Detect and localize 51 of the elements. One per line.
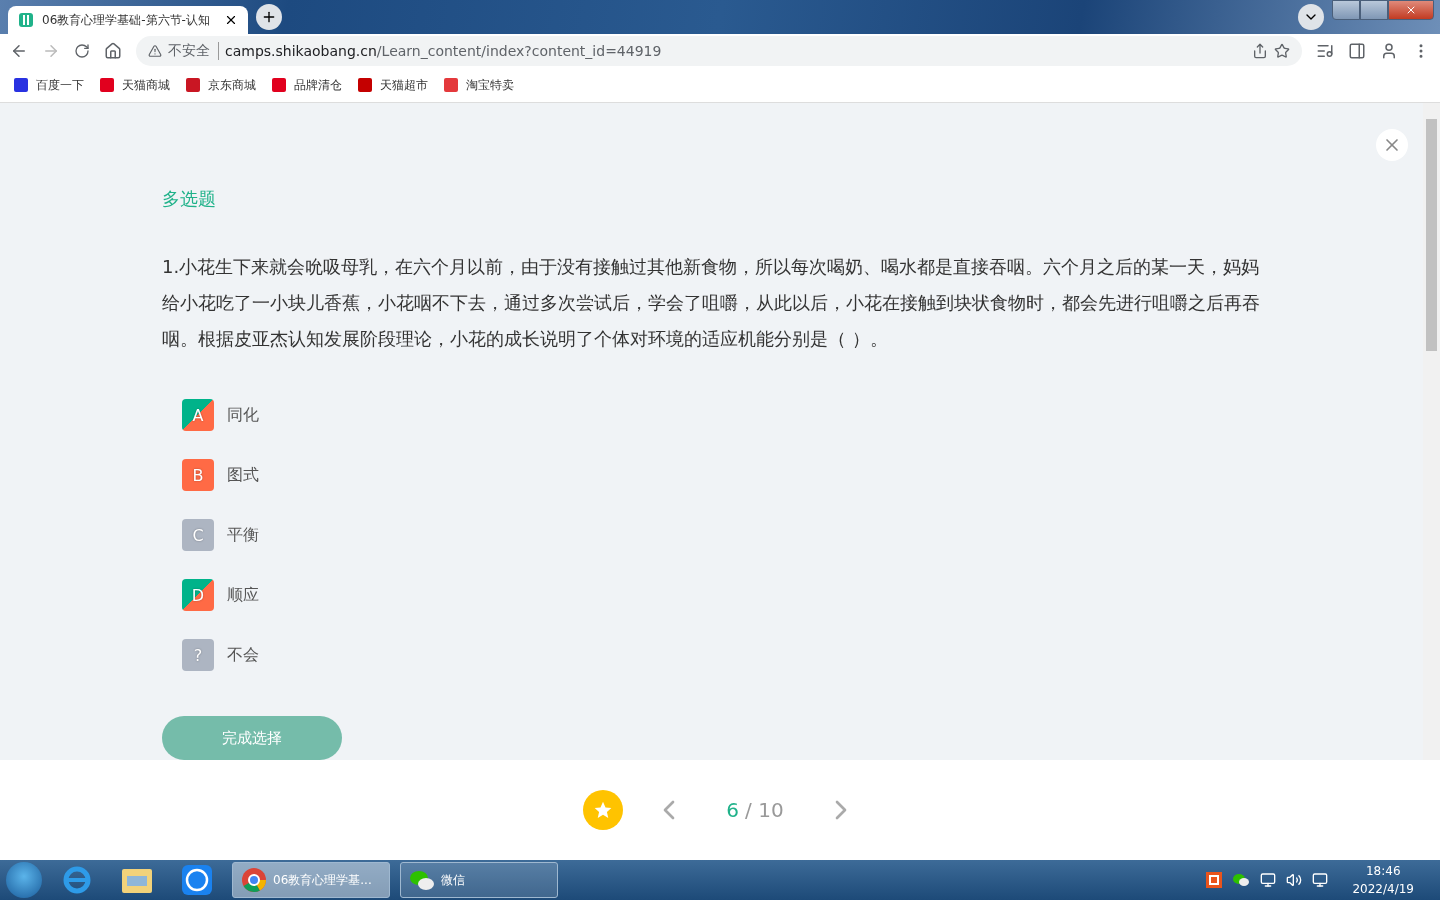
star-icon bbox=[593, 800, 613, 820]
close-icon bbox=[1405, 4, 1417, 16]
bookmark-item[interactable]: 天猫商城 bbox=[100, 76, 170, 94]
bookmark-star-icon[interactable] bbox=[1274, 43, 1290, 59]
share-icon[interactable] bbox=[1252, 43, 1268, 59]
reload-icon[interactable] bbox=[74, 43, 90, 59]
new-tab-button[interactable] bbox=[256, 4, 282, 30]
option-label[interactable]: 不会 bbox=[227, 644, 259, 666]
security-label: 不安全 bbox=[168, 42, 219, 60]
warning-icon bbox=[148, 44, 162, 58]
window-label: 06教育心理学基... bbox=[273, 871, 372, 889]
bookmark-item[interactable]: 百度一下 bbox=[14, 76, 84, 94]
window-label: 微信 bbox=[441, 871, 465, 889]
browser-e-icon[interactable] bbox=[62, 865, 92, 895]
option-label[interactable]: 平衡 bbox=[227, 524, 259, 546]
tab-title: 06教育心理学基础-第六节-认知 bbox=[42, 11, 211, 29]
maximize-button[interactable] bbox=[1360, 0, 1388, 20]
tab-search-button[interactable] bbox=[1298, 4, 1324, 30]
bookmark-item[interactable]: 天猫超市 bbox=[358, 76, 428, 94]
bookmark-item[interactable]: 淘宝特卖 bbox=[444, 76, 514, 94]
back-icon[interactable] bbox=[10, 42, 28, 60]
window-close-button[interactable] bbox=[1388, 0, 1434, 20]
option-label[interactable]: 同化 bbox=[227, 404, 259, 426]
clock-time: 18:46 bbox=[1365, 863, 1401, 880]
bookmark-item[interactable]: 品牌清仓 bbox=[272, 76, 342, 94]
profile-icon[interactable] bbox=[1380, 42, 1398, 60]
page-total: / 10 bbox=[745, 798, 784, 822]
bookmark-item[interactable]: 京东商城 bbox=[186, 76, 256, 94]
clock-date: 2022/4/19 bbox=[1352, 881, 1414, 898]
url-text: camps.shikaobang.cn/Learn_content/index?content_id=44919 bbox=[225, 43, 662, 59]
current-page: 6 bbox=[726, 798, 740, 822]
question-text: 1.小花生下来就会吮吸母乳，在六个月以前，由于没有接触过其他新食物，所以每次喝奶、喝水都是直接吞咽。六个月之后的某一天，妈妈给小花吃了一小块儿香蕉，小花咽不下去，通过多次尝试后，学会了咀嚼，从此以后，小花在接触到块状食物时，都会先进行咀嚼之后再吞咽。根据皮亚杰认知发展阶段理论，小花的成长说明了个体对环境的适应机能分别是（ ）。 bbox=[162, 255, 1261, 351]
start-button[interactable] bbox=[6, 862, 42, 898]
option-label[interactable]: 图式 bbox=[227, 464, 259, 486]
monitor-icon[interactable] bbox=[1260, 872, 1277, 888]
network-icon[interactable] bbox=[1312, 872, 1329, 888]
volume-icon[interactable] bbox=[1286, 872, 1303, 888]
minimize-button[interactable] bbox=[1332, 0, 1360, 20]
folder-icon[interactable] bbox=[121, 866, 153, 894]
media-icon[interactable] bbox=[1316, 42, 1334, 60]
plus-icon bbox=[261, 9, 277, 25]
question-type: 多选题 bbox=[162, 187, 217, 211]
close-icon[interactable] bbox=[224, 13, 238, 27]
browser-tab[interactable]: 06教育心理学基础-第六节-认知 bbox=[8, 6, 248, 34]
option-label[interactable]: 顺应 bbox=[227, 584, 259, 606]
chrome-icon bbox=[241, 867, 267, 893]
chat-tray-icon[interactable] bbox=[1232, 873, 1251, 887]
taskbar-window[interactable]: 微信 bbox=[400, 862, 558, 898]
side-panel-icon[interactable] bbox=[1348, 42, 1366, 60]
address-bar[interactable]: 不安全 camps.shikaobang.cn/Learn_content/index?content_id=44919 bbox=[136, 36, 1302, 66]
home-icon[interactable] bbox=[104, 42, 122, 60]
